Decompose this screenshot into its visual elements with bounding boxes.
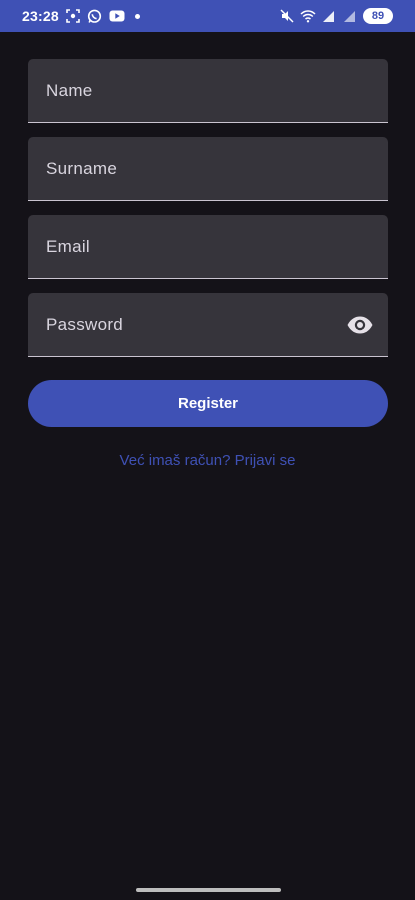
status-bar-right: 89 xyxy=(279,8,393,24)
surname-field[interactable]: Surname xyxy=(28,137,388,201)
battery-icon: 89 xyxy=(363,8,393,24)
signal-icon xyxy=(342,8,358,24)
signal-icon xyxy=(321,8,337,24)
register-button[interactable]: Register xyxy=(28,380,388,427)
name-field-label: Name xyxy=(46,80,93,100)
notification-dot-icon xyxy=(134,13,140,19)
youtube-icon xyxy=(109,8,125,24)
name-field[interactable]: Name xyxy=(28,59,388,123)
email-field[interactable]: Email xyxy=(28,215,388,279)
password-field-label: Password xyxy=(46,314,124,334)
eye-icon[interactable] xyxy=(346,311,374,339)
email-field-label: Email xyxy=(46,236,91,256)
status-bar-left: 23:28 xyxy=(22,8,140,24)
whatsapp-icon xyxy=(87,8,103,24)
status-time: 23:28 xyxy=(22,8,59,24)
wifi-icon xyxy=(300,8,316,24)
home-indicator[interactable] xyxy=(136,888,281,892)
mute-icon xyxy=(279,8,295,24)
login-link[interactable]: Već imaš račun? Prijavi se xyxy=(0,452,415,469)
surname-field-label: Surname xyxy=(46,158,118,178)
register-screen: 23:28 89 Name Surname Email Password Reg… xyxy=(0,0,415,900)
password-field[interactable]: Password xyxy=(28,293,388,357)
status-bar: 23:28 89 xyxy=(0,0,415,32)
screenshot-icon xyxy=(65,8,81,24)
